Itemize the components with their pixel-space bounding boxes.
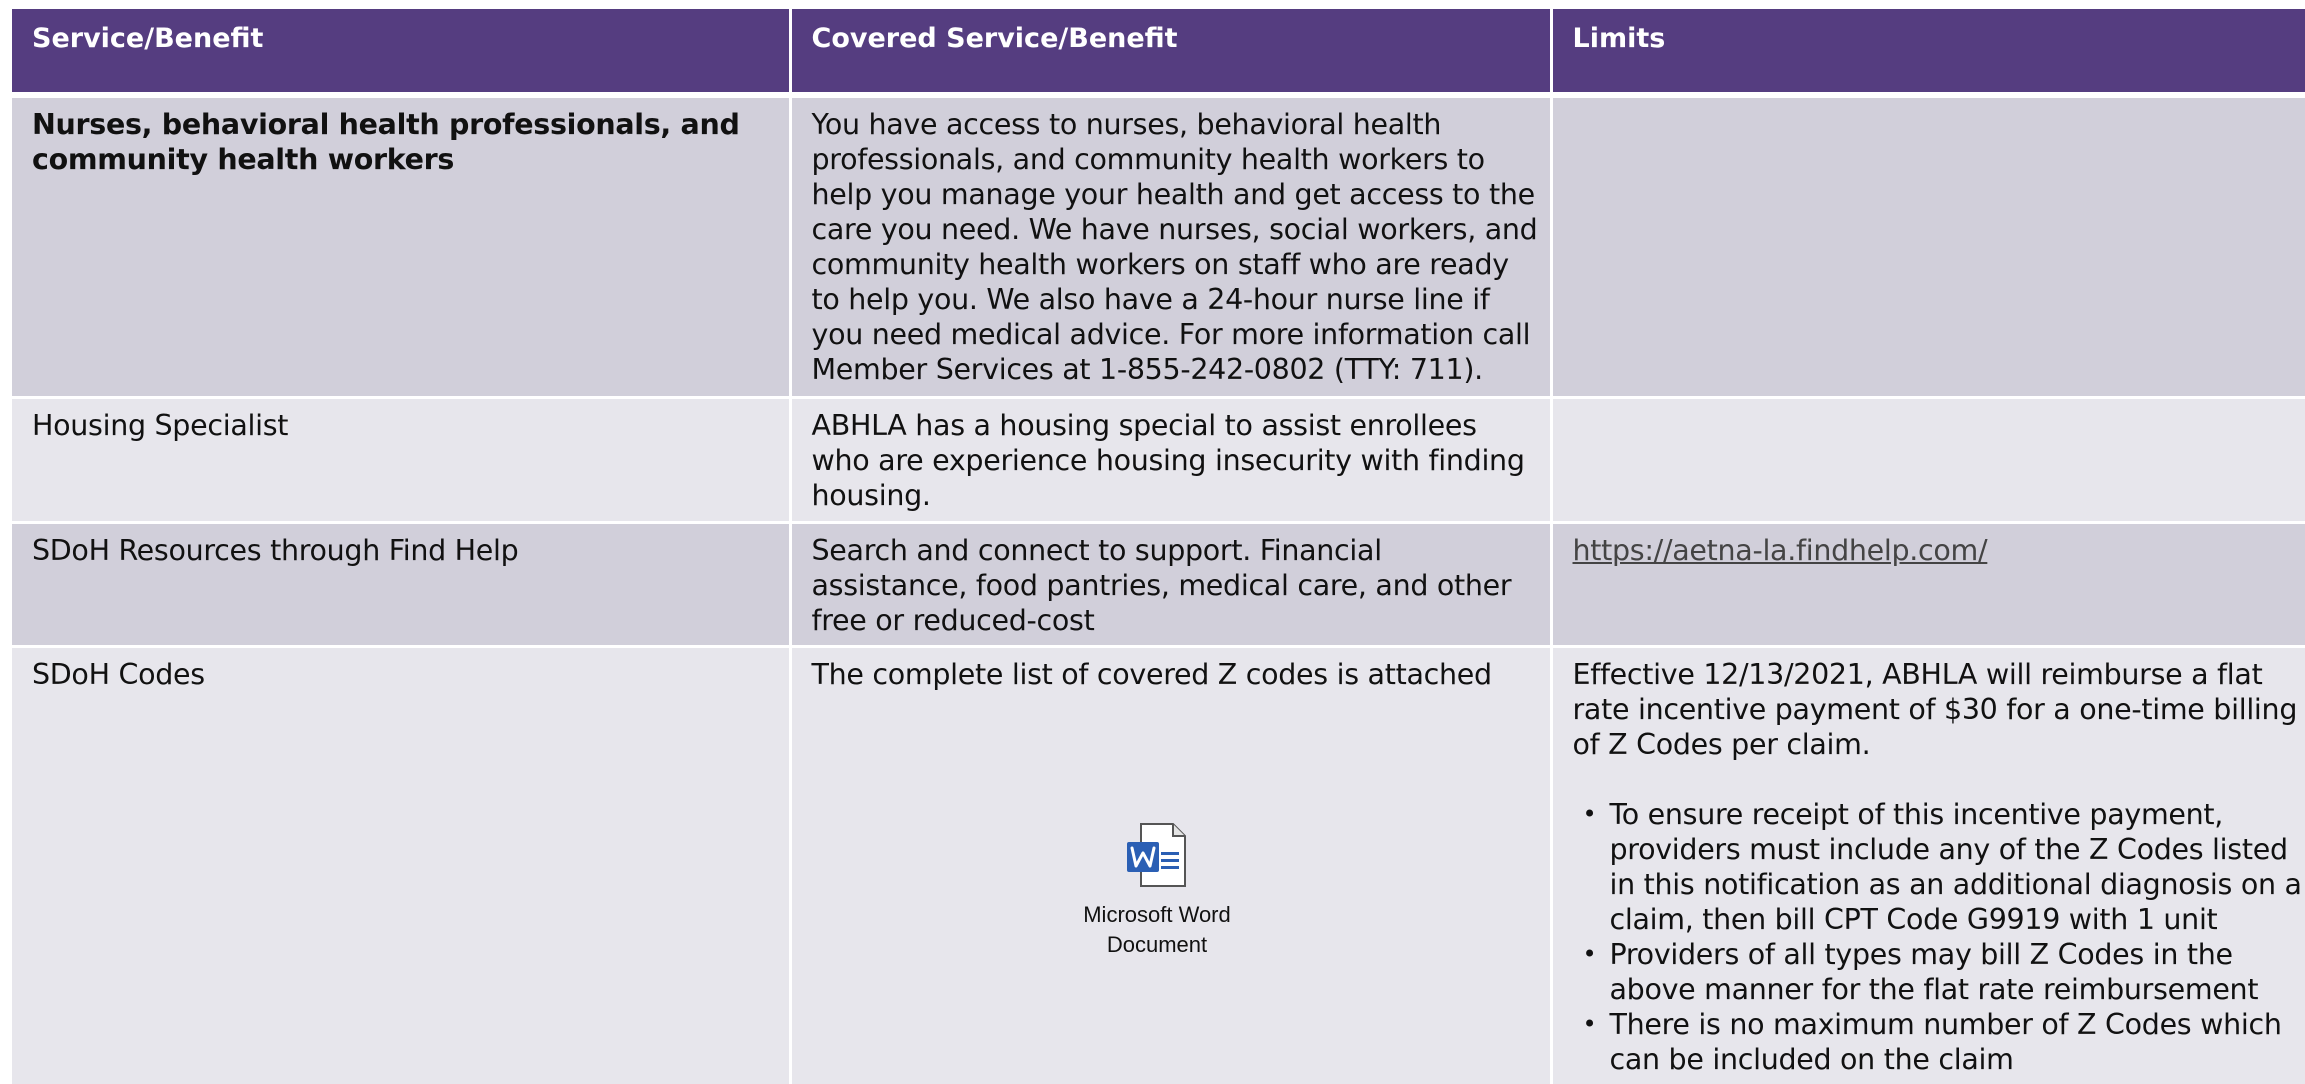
attachment-caption-line1: Microsoft Word	[1083, 902, 1231, 927]
limits-cell	[1551, 95, 2305, 399]
table-row: Nurses, behavioral health professionals,…	[12, 95, 2305, 399]
word-document-icon	[1127, 823, 1186, 887]
limits-bullet: To ensure receipt of this incentive paym…	[1583, 797, 2305, 937]
limits-bullet: Providers of all types may bill Z Codes …	[1583, 937, 2305, 1007]
header-service-benefit: Service/Benefit	[12, 9, 792, 98]
limits-bullet-list: To ensure receipt of this incentive paym…	[1573, 797, 2305, 1077]
service-cell: Housing Specialist	[12, 397, 792, 524]
findhelp-link[interactable]: https://aetna-la.findhelp.com/	[1573, 534, 1988, 567]
covered-cell: You have access to nurses, behavioral he…	[790, 95, 1553, 399]
table-row: SDoH Resources through Find Help Search …	[12, 522, 2305, 648]
limits-cell: https://aetna-la.findhelp.com/	[1551, 522, 2305, 648]
service-cell: SDoH Resources through Find Help	[12, 522, 792, 648]
covered-cell: ABHLA has a housing special to assist en…	[790, 397, 1553, 524]
limits-cell: Effective 12/13/2021, ABHLA will reimbur…	[1551, 646, 2305, 1084]
service-cell: Nurses, behavioral health professionals,…	[12, 95, 792, 399]
limits-cell	[1551, 397, 2305, 524]
header-limits: Limits	[1551, 9, 2305, 98]
benefits-page: Service/Benefit Covered Service/Benefit …	[0, 0, 2305, 1084]
table-header-row: Service/Benefit Covered Service/Benefit …	[12, 9, 2305, 98]
limits-bullet: There is no maximum number of Z Codes wh…	[1583, 1007, 2305, 1077]
table-row: Housing Specialist ABHLA has a housing s…	[12, 397, 2305, 524]
attachment-caption-line2: Document	[1106, 932, 1208, 957]
service-cell: SDoH Codes	[12, 646, 792, 1084]
header-covered-service-benefit: Covered Service/Benefit	[790, 9, 1553, 98]
covered-cell: Search and connect to support. Financial…	[790, 522, 1553, 648]
word-document-attachment[interactable]: Microsoft Word Document	[1052, 822, 1262, 960]
limits-intro: Effective 12/13/2021, ABHLA will reimbur…	[1572, 657, 2298, 761]
